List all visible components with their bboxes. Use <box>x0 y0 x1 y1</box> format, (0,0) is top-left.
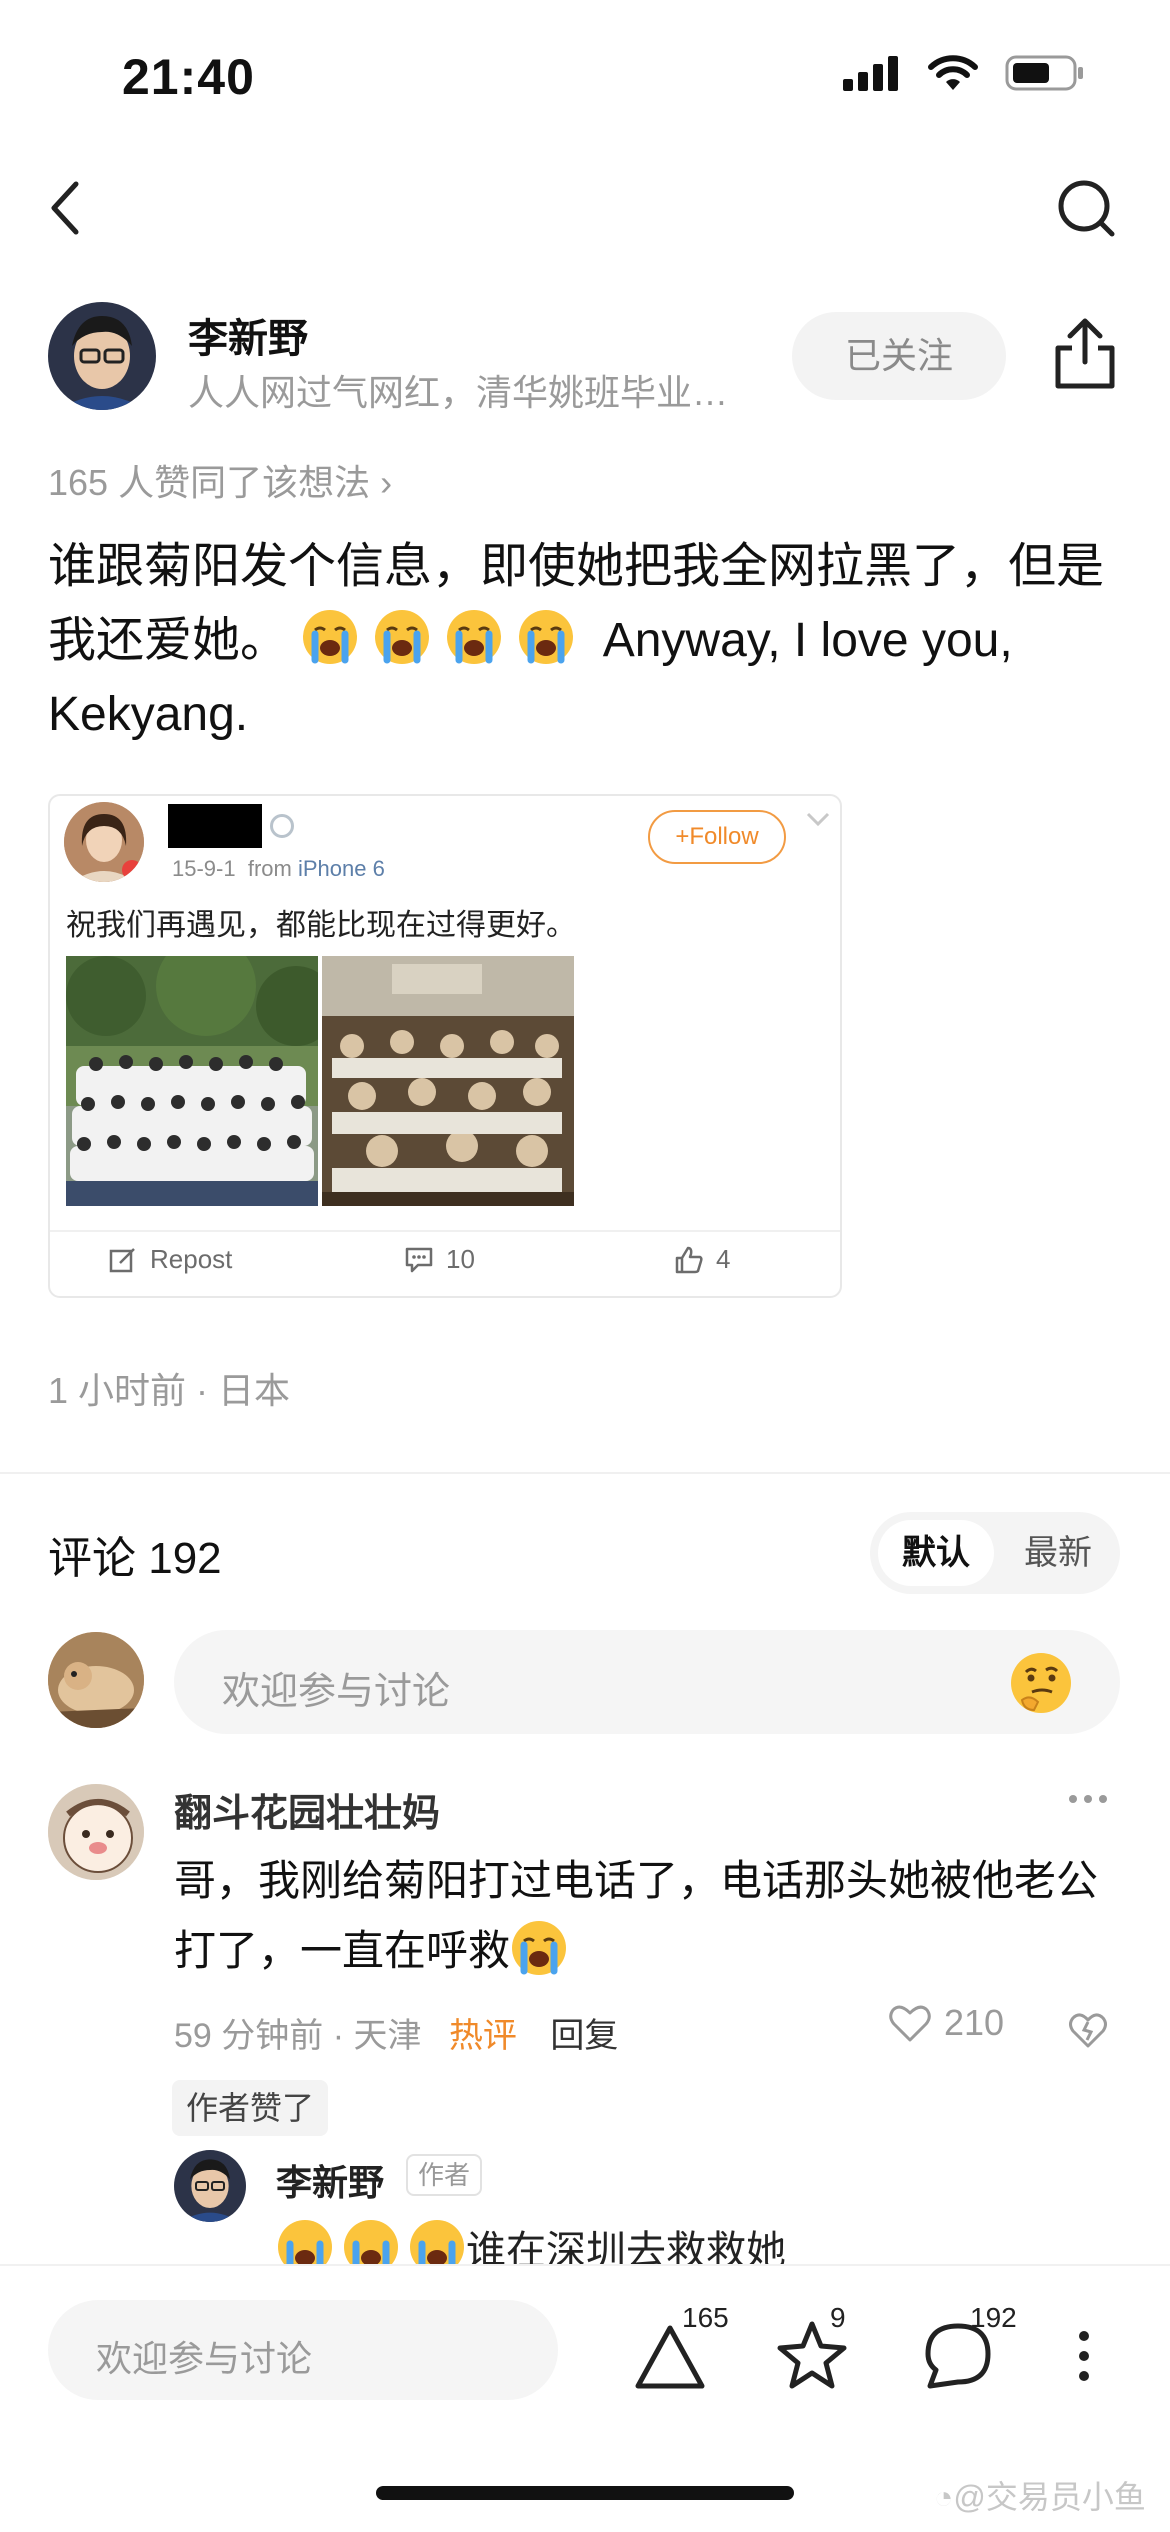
commenter-avatar[interactable] <box>48 1784 144 1880</box>
thinking-face-icon[interactable] <box>1008 1650 1074 1716</box>
crying-face-icon <box>375 610 430 664</box>
comment-input[interactable]: 欢迎参与讨论 <box>174 1630 1120 1734</box>
author-avatar[interactable] <box>48 302 156 410</box>
section-divider <box>0 1472 1170 1474</box>
post-body: 谁跟菊阳发个信息，即使她把我全网拉黑了，但是我还爱她。 Anyway, I lo… <box>48 530 1128 752</box>
sub-reply-avatar[interactable] <box>174 2150 246 2222</box>
sub-reply-name[interactable]: 李新野 <box>276 2154 384 2206</box>
hot-comment-tag: 热评 <box>448 2017 517 2055</box>
embed-actions: Repost 10 4 <box>50 1230 840 1294</box>
embed-photo-classroom <box>322 956 574 1206</box>
status-bar: 21:40 <box>0 0 1170 150</box>
comment-sort-toggle: 默认 最新 <box>870 1512 1120 1594</box>
sort-latest-tab[interactable]: 最新 <box>1006 1520 1110 1586</box>
status-time: 21:40 <box>122 49 255 105</box>
embed-avatar <box>64 802 144 882</box>
author-name[interactable]: 李新野 <box>188 306 308 364</box>
embed-photo-group <box>66 956 318 1206</box>
crying-face-icon <box>512 1921 567 1975</box>
author-header: 李新野 人人网过气网红，清华姚班毕业… 已关注 <box>48 300 1128 413</box>
cellular-signal-icon <box>843 56 898 91</box>
star-count: 9 <box>830 2302 846 2333</box>
bottom-comment-input[interactable]: 欢迎参与讨论 <box>48 2300 558 2400</box>
my-avatar <box>48 1632 144 1728</box>
thumbs-up-icon <box>675 1246 703 1273</box>
wifi-icon <box>928 55 978 90</box>
more-vertical-icon[interactable] <box>1054 2306 1114 2396</box>
author-liked-badge: 作者赞了 <box>172 2080 329 2136</box>
comment-input-placeholder: 欢迎参与讨论 <box>222 1671 451 1713</box>
edit-icon <box>109 1247 135 1272</box>
crying-face-icon <box>303 610 358 664</box>
chevron-down-icon <box>806 812 830 827</box>
heart-icon <box>889 2005 931 2042</box>
embed-repost: Repost <box>108 1244 232 1275</box>
commenter-name[interactable]: 翻斗花园壮壮妈 <box>174 1782 440 1837</box>
weibo-logo-icon: ◔ <box>934 2479 954 2515</box>
reply-button[interactable]: 回复 <box>550 2017 618 2055</box>
search-icon[interactable] <box>1054 176 1118 240</box>
comment-like-button[interactable]: 210 <box>888 2002 1004 2044</box>
sub-reply: 李新野 作者 谁在深圳去救救她 <box>174 2150 1074 2274</box>
nav-bar <box>0 160 1170 250</box>
embed-like: 4 <box>674 1244 730 1275</box>
crying-face-icon <box>519 610 574 664</box>
embed-follow-button: +Follow <box>648 810 786 864</box>
embedded-post-image[interactable]: 15-9-1 from iPhone 6 +Follow 祝我们再遇见，都能比现… <box>48 794 842 1298</box>
back-icon[interactable] <box>42 178 92 238</box>
embed-text: 祝我们再遇见，都能比现在过得更好。 <box>66 909 576 942</box>
battery-icon <box>1005 55 1083 91</box>
share-icon[interactable] <box>1050 316 1120 392</box>
embed-comment: 10 <box>404 1244 475 1275</box>
home-indicator[interactable] <box>376 2486 794 2500</box>
author-tag: 作者 <box>406 2154 483 2196</box>
agree-count: 165 <box>682 2302 729 2333</box>
sort-default-tab[interactable]: 默认 <box>878 1520 994 1586</box>
watermark: ◔@交易员小鱼 <box>934 2479 1146 2515</box>
more-options-icon[interactable] <box>1068 1794 1108 1804</box>
redacted-name-block <box>168 804 262 848</box>
medal-icon <box>270 814 294 838</box>
crying-face-icon <box>447 610 502 664</box>
agree-count-link[interactable]: 165 人赞同了该想法 › <box>48 454 392 506</box>
comment-text: 哥，我刚给菊阳打过电话了，电话那头她被他老公打了，一直在呼救 <box>174 1846 1124 1986</box>
bottom-input-placeholder: 欢迎参与讨论 <box>96 2338 313 2379</box>
post-time-location: 1 小时前 · 日本 <box>48 1370 291 1411</box>
status-icons <box>841 54 1085 92</box>
author-description: 人人网过气网红，清华姚班毕业… <box>188 372 729 413</box>
comment-meta: 59 分钟前 · 天津 热评 回复 <box>174 2008 618 2057</box>
comments-title: 评论 192 <box>48 1534 222 1583</box>
comment-count: 192 <box>970 2302 1017 2333</box>
followed-button[interactable]: 已关注 <box>792 312 1006 400</box>
comment-time-location: 59 分钟前 · 天津 <box>174 2017 422 2055</box>
comment-icon <box>405 1247 433 1272</box>
embed-meta: 15-9-1 from iPhone 6 <box>172 856 385 881</box>
broken-heart-icon[interactable] <box>1068 2010 1108 2050</box>
